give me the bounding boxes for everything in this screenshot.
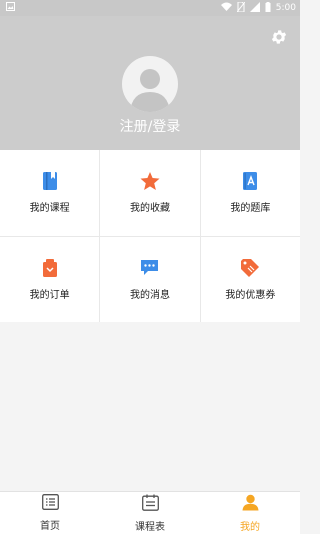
login-register-link[interactable]: 注册/登录 <box>0 116 300 136</box>
menu-label: 我的优惠券 <box>225 289 276 301</box>
tab-label: 我的 <box>240 521 260 533</box>
home-list-icon <box>41 494 59 514</box>
no-sim-icon <box>236 1 246 15</box>
course-book-icon <box>40 171 60 191</box>
signal-icon <box>249 1 260 15</box>
menu-my-coupons[interactable]: 我的优惠券 <box>200 236 300 322</box>
profile-icon <box>242 494 259 515</box>
status-bar: 5:00 <box>0 0 300 16</box>
schedule-icon <box>141 494 159 515</box>
battery-icon <box>265 1 271 15</box>
tab-label: 首页 <box>40 521 60 532</box>
menu-grid: 我的课程 我的收藏 我的题库 我的订单 我的消息 我的优惠券 <box>0 150 300 322</box>
gear-icon[interactable] <box>270 28 288 46</box>
menu-my-orders[interactable]: 我的订单 <box>0 236 100 322</box>
bottom-nav: 首页 课程表 我的 <box>0 491 300 534</box>
menu-label: 我的收藏 <box>129 203 170 215</box>
wifi-icon <box>220 2 232 14</box>
message-icon <box>140 258 160 278</box>
menu-label: 我的题库 <box>230 203 271 215</box>
star-icon <box>140 171 160 191</box>
coupon-icon <box>240 258 260 278</box>
tab-home[interactable]: 首页 <box>0 492 100 534</box>
question-bank-icon <box>240 171 260 191</box>
menu-my-messages[interactable]: 我的消息 <box>100 236 200 322</box>
menu-label: 我的订单 <box>29 289 70 301</box>
order-bag-icon <box>40 258 60 278</box>
menu-my-favorites[interactable]: 我的收藏 <box>100 150 200 236</box>
menu-label: 我的课程 <box>29 203 70 215</box>
avatar[interactable] <box>122 56 178 112</box>
status-time: 5:00 <box>275 3 296 13</box>
image-notification-icon <box>6 2 15 14</box>
menu-my-courses[interactable]: 我的课程 <box>0 150 100 236</box>
tab-label: 课程表 <box>135 521 165 533</box>
tab-profile[interactable]: 我的 <box>200 492 300 534</box>
tab-schedule[interactable]: 课程表 <box>100 492 200 534</box>
default-avatar-icon <box>130 69 170 112</box>
menu-label: 我的消息 <box>129 289 170 301</box>
profile-header: 注册/登录 <box>0 16 300 150</box>
menu-my-question-bank[interactable]: 我的题库 <box>200 150 300 236</box>
